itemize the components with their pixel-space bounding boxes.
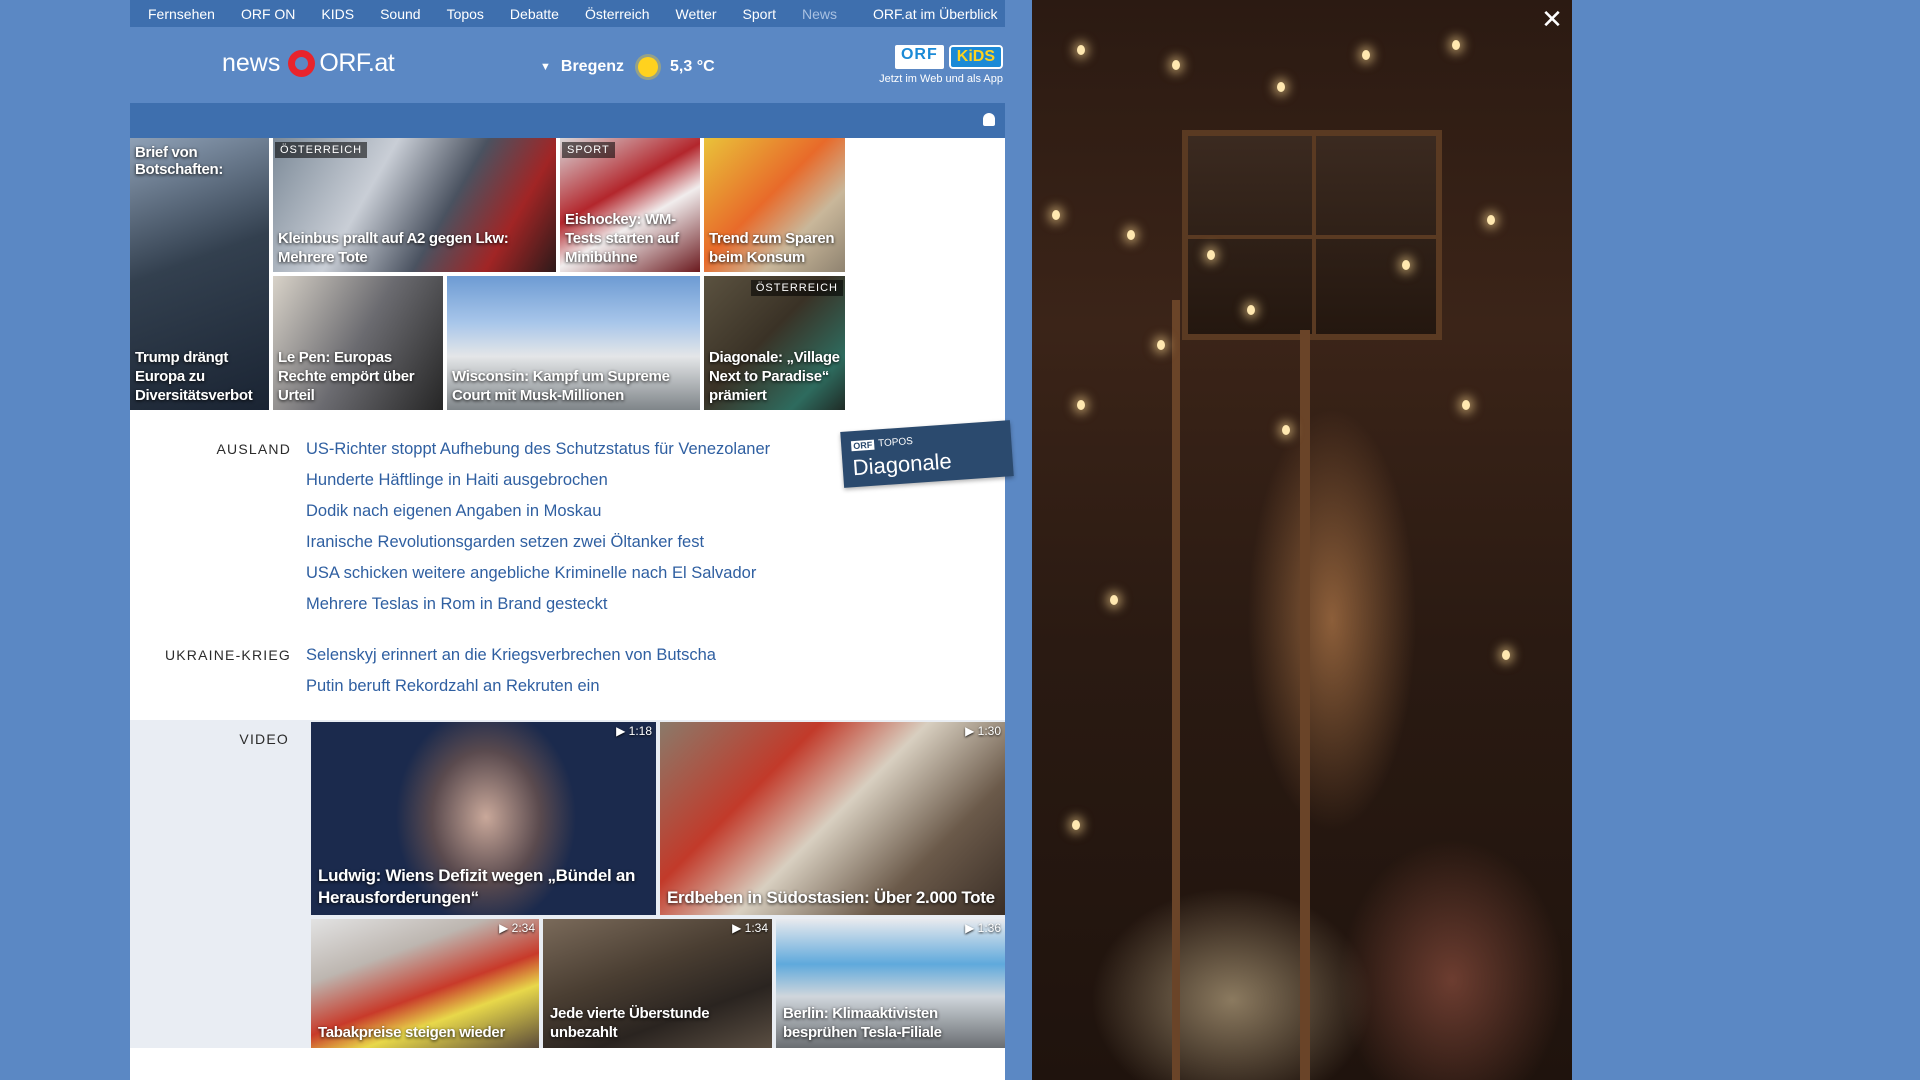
topos-title: Diagonale [851, 448, 953, 481]
story-caption: Trump drängt Europa zu Diversitätsverbot [135, 349, 253, 404]
video-tile[interactable]: ▶ 2:34 Tabakpreise steigen wieder [311, 919, 539, 1048]
nav-topos[interactable]: Topos [447, 6, 484, 22]
video-duration: ▶ 1:36 [965, 921, 1001, 935]
story-caption: Trend zum Sparen beim Konsum [709, 230, 835, 266]
story-caption: Diagonale: „Village Next to Paradise“ pr… [709, 349, 840, 404]
video-caption: Ludwig: Wiens Defizit wegen „Bündel an H… [318, 866, 636, 907]
headline-link[interactable]: Mehrere Teslas in Rom in Brand gesteckt [306, 593, 770, 624]
video-tile[interactable]: ▶ 1:30 Erdbeben in Südostasien: Über 2.0… [660, 722, 1005, 915]
headline-link[interactable]: Putin beruft Rekordzahl an Rekruten ein [306, 675, 716, 706]
story-tile-lepen[interactable]: Le Pen: Europas Rechte empört über Urtei… [273, 276, 443, 410]
video-duration: ▶ 1:18 [616, 724, 652, 738]
next-section-peek [130, 1048, 1005, 1080]
video-duration: ▶ 1:34 [732, 921, 768, 935]
story-tile-sparen[interactable]: Trend zum Sparen beim Konsum [704, 138, 845, 272]
nav-wetter[interactable]: Wetter [676, 6, 717, 22]
site-header: news ORF.at ▼ Bregenz 5,3 °C ORF KiDS Je… [130, 27, 1005, 103]
video-duration: ▶ 1:30 [965, 724, 1001, 738]
video-caption: Berlin: Klimaaktivisten besprühen Tesla-… [783, 1005, 942, 1041]
dropdown-triangle-icon: ▼ [540, 61, 551, 73]
topos-diagonale-badge[interactable]: ORF TOPOS Diagonale [840, 420, 1014, 488]
bell-icon[interactable] [983, 113, 995, 126]
news-orf-logo[interactable]: news ORF.at [222, 49, 395, 78]
headline-link[interactable]: US-Richter stoppt Aufhebung des Schutzst… [306, 438, 770, 469]
orf-badge: ORF [894, 45, 944, 69]
nav-oesterreich[interactable]: Österreich [585, 6, 650, 22]
kids-badge: KiDS [948, 45, 1003, 69]
nav-news[interactable]: News [802, 6, 837, 22]
orf-kids-promo[interactable]: ORF KiDS Jetzt im Web und als App [865, 45, 1003, 85]
headline-link[interactable]: Dodik nach eigenen Angaben in Moskau [306, 500, 770, 531]
story-kicker: Brief von Botschaften: [135, 144, 224, 178]
section-label: AUSLAND [216, 441, 291, 457]
weather-temperature: 5,3 °C [670, 58, 715, 75]
sun-icon [638, 57, 659, 77]
headline-link[interactable]: Selenskyj erinnert an die Kriegsverbrech… [306, 644, 716, 675]
topos-label: TOPOS [877, 435, 914, 450]
kids-promo-text: Jetzt im Web und als App [879, 73, 1003, 85]
story-tile-trump[interactable]: Brief von Botschaften: Trump drängt Euro… [130, 138, 269, 410]
video-caption: Tabakpreise steigen wieder [318, 1024, 506, 1041]
story-caption: Wisconsin: Kampf um Supreme Court mit Mu… [452, 368, 670, 404]
nav-overview[interactable]: ORF.at im Überblick [873, 6, 997, 22]
nav-orf-on[interactable]: ORF ON [241, 6, 295, 22]
story-tile-eishockey[interactable]: SPORT Eishockey: WM-Tests starten auf Mi… [560, 138, 700, 272]
story-tile-diagonale[interactable]: ÖSTERREICH Diagonale: „Village Next to P… [704, 276, 845, 410]
video-tile[interactable]: ▶ 1:36 Berlin: Klimaaktivisten besprühen… [776, 919, 1005, 1048]
weather-widget[interactable]: ▼ Bregenz 5,3 °C [540, 57, 715, 77]
story-tile-wisconsin[interactable]: Wisconsin: Kampf um Supreme Court mit Mu… [447, 276, 700, 410]
story-caption: Le Pen: Europas Rechte empört über Urtei… [278, 349, 415, 404]
video-tile[interactable]: ▶ 1:18 Ludwig: Wiens Defizit wegen „Bünd… [311, 722, 656, 915]
weather-location: Bregenz [560, 58, 625, 75]
video-duration: ▶ 2:34 [499, 921, 535, 935]
story-tag: ÖSTERREICH [750, 280, 843, 296]
top-stories-grid: Brief von Botschaften: Trump drängt Euro… [130, 138, 1005, 410]
story-caption: Eishockey: WM-Tests starten auf Minibühn… [565, 211, 679, 266]
headline-link[interactable]: Hunderte Häftlinge in Haiti ausgebrochen [306, 469, 770, 500]
story-tile-kleinbus[interactable]: ÖSTERREICH Kleinbus prallt auf A2 gegen … [273, 138, 556, 272]
nav-sound[interactable]: Sound [380, 6, 420, 22]
video-caption: Erdbeben in Südostasien: Über 2.000 Tote [667, 888, 995, 907]
close-icon[interactable]: ✕ [1540, 6, 1564, 32]
story-tag: SPORT [562, 142, 615, 158]
headline-link[interactable]: USA schicken weitere angebliche Kriminel… [306, 562, 770, 593]
video-overlay[interactable]: ✕ [1032, 0, 1572, 1080]
orf-ring-icon [288, 50, 316, 77]
logo-orfat-text: ORF.at [319, 49, 395, 77]
logo-news-text: news [222, 49, 281, 77]
story-caption: Kleinbus prallt auf A2 gegen Lkw: Mehrer… [278, 230, 509, 266]
nav-fernsehen[interactable]: Fernsehen [148, 6, 215, 22]
video-caption: Jede vierte Überstunde unbezahlt [550, 1005, 710, 1041]
orf-mini-badge: ORF [850, 439, 875, 451]
notification-bar [130, 103, 1005, 138]
nav-debatte[interactable]: Debatte [510, 6, 559, 22]
video-section: VIDEO ▶ 1:18 Ludwig: Wiens Defizit wegen… [130, 720, 1005, 1048]
nav-kids[interactable]: KIDS [321, 6, 354, 22]
story-tag: ÖSTERREICH [275, 142, 368, 158]
orf-news-page: Fernsehen ORF ON KIDS Sound Topos Debatt… [130, 0, 1014, 1080]
nav-sport[interactable]: Sport [743, 6, 776, 22]
background-window [1182, 130, 1442, 340]
headline-link[interactable]: Iranische Revolutionsgarden setzen zwei … [306, 531, 770, 562]
section-label: VIDEO [239, 731, 289, 747]
section-label: UKRAINE-KRIEG [164, 647, 291, 663]
news-list: AUSLAND US-Richter stoppt Aufhebung des … [130, 410, 1014, 720]
top-navigation: Fernsehen ORF ON KIDS Sound Topos Debatt… [130, 0, 1005, 27]
video-tile[interactable]: ▶ 1:34 Jede vierte Überstunde unbezahlt [543, 919, 772, 1048]
